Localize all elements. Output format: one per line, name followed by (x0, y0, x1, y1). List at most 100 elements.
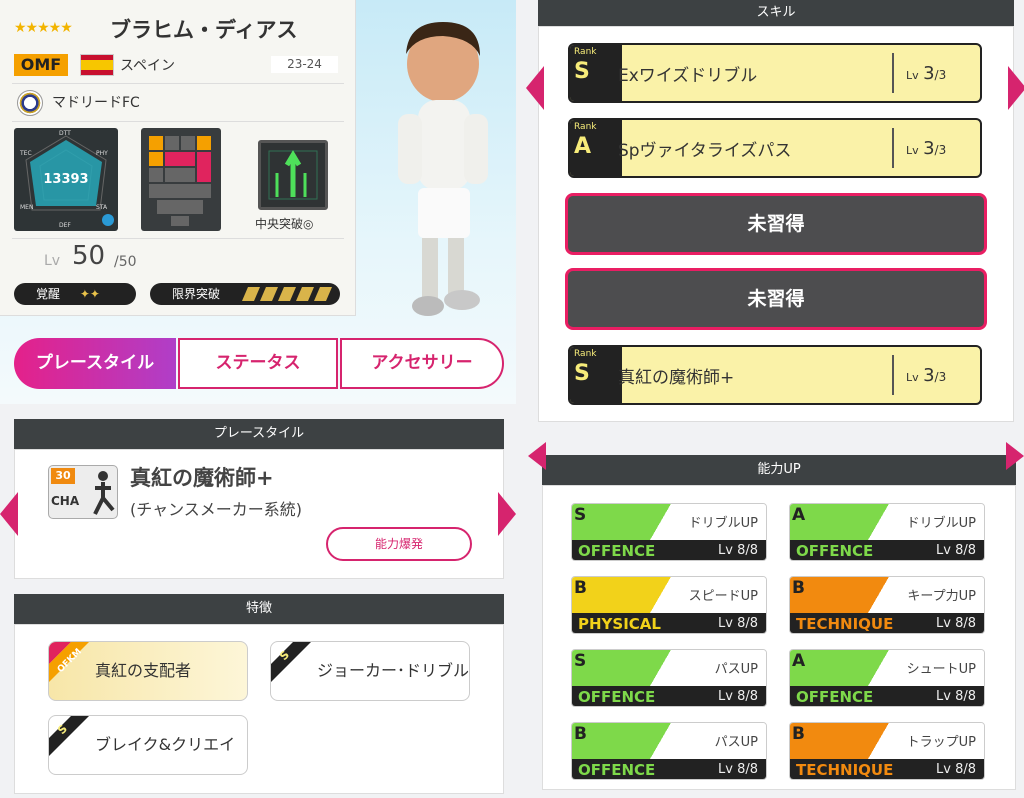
level-max: /50 (114, 254, 137, 270)
ability-grade: A (792, 505, 806, 525)
skill-level: Lv 3/3 (906, 138, 947, 159)
ability-section-header: 能力UP (542, 455, 1016, 485)
ability-level: Lv 8/8 (718, 762, 758, 777)
ability-card[interactable]: S ドリブルUP OFFENCE Lv 8/8 (571, 503, 767, 561)
divider (892, 53, 894, 93)
ability-name: スピードUP (688, 589, 758, 604)
kicker-icon (93, 471, 115, 515)
ability-burst-button[interactable]: 能力爆発 (326, 527, 472, 561)
ability-level: Lv 8/8 (718, 543, 758, 558)
skill-slot-locked[interactable]: 未習得 (565, 268, 987, 330)
ability-name: パスUP (714, 735, 758, 750)
ability-bar: OFFENCE Lv 8/8 (572, 686, 766, 706)
awaken-star-icon: ✦✦ (79, 287, 100, 301)
ability-grade: B (792, 724, 805, 744)
total-power-value: 13393 (43, 172, 89, 187)
ability-category: PHYSICAL (578, 615, 661, 633)
skill-name: 真紅の魔術師+ (618, 368, 735, 388)
rank-s-icon (49, 716, 89, 756)
rank-label: Rank (574, 47, 597, 57)
season-label: 23-24 (271, 56, 338, 73)
ability-name: シュートUP (906, 662, 976, 677)
skill-card[interactable]: Rank A Spヴァイタライズパス Lv 3/3 (568, 118, 982, 178)
spain-flag-icon (80, 54, 114, 76)
prev-arrow-icon[interactable] (0, 492, 18, 536)
ability-category: OFFENCE (796, 688, 874, 706)
tactic-label: 中央突破◎ (255, 217, 314, 231)
limit-break-pill: 限界突破 (150, 283, 340, 305)
rank-badge: Rank A (570, 120, 622, 176)
playstyle-subtitle: (チャンスメーカー系統) (130, 500, 303, 519)
ability-card[interactable]: B トラップUP TECHNIQUE Lv 8/8 (789, 722, 985, 780)
position-badge: OMF (14, 54, 68, 76)
ability-name: ドリブルUP (906, 516, 976, 531)
skill-card[interactable]: Rank S 真紅の魔術師+ Lv 3/3 (568, 345, 982, 405)
formation-position-map (141, 128, 221, 231)
player-card: ★★★★★ ブラヒム・ディアス OMF スペイン 23-24 マドリードFC D… (0, 0, 356, 316)
trait-card[interactable]: OFKM 真紅の支配者 (48, 641, 248, 701)
skill-level: Lv 3/3 (906, 365, 947, 386)
ability-category: TECHNIQUE (796, 761, 894, 779)
rank-badge: Rank S (570, 347, 622, 403)
skill-slot-locked[interactable]: 未習得 (565, 193, 987, 255)
country-label: スペイン (120, 58, 176, 74)
ability-grade: A (792, 651, 806, 671)
tab-playstyle[interactable]: プレースタイル (14, 338, 176, 389)
next-arrow-icon[interactable] (1008, 66, 1024, 110)
ability-bar: OFFENCE Lv 8/8 (572, 759, 766, 779)
skill-name: Spヴァイタライズパス (618, 141, 792, 161)
trait-card[interactable]: S ブレイク&クリエイト (48, 715, 248, 775)
ability-card[interactable]: S パスUP OFFENCE Lv 8/8 (571, 649, 767, 707)
ability-name: ドリブルUP (688, 516, 758, 531)
ability-name: キープ力UP (907, 589, 976, 604)
divider (12, 238, 344, 239)
ability-grade: B (792, 578, 805, 598)
playstyle-number: 30 (51, 468, 75, 484)
limit-break-label: 限界突破 (172, 287, 221, 301)
club-name: マドリードFC (52, 95, 140, 111)
stats-radar-button[interactable]: DTT TEC PHY MEN STA DEF 13393 (14, 128, 118, 231)
limit-break-gauge-icon (242, 287, 332, 301)
ability-card[interactable]: A ドリブルUP OFFENCE Lv 8/8 (789, 503, 985, 561)
tactic-central-break-icon (258, 140, 328, 210)
radar-label-tr: PHY (96, 150, 108, 157)
rank-badge: Rank S (570, 45, 622, 101)
ability-level: Lv 8/8 (936, 543, 976, 558)
playstyle-icon: 30 CHA (48, 465, 118, 519)
radar-label-bl: MEN (20, 204, 34, 211)
next-arrow-icon[interactable] (1006, 442, 1024, 470)
rank-letter: S (574, 361, 590, 386)
awaken-label: 覚醒 (36, 287, 61, 301)
trait-card[interactable]: S ジョーカー･ドリブル超 (270, 641, 470, 701)
playstyle-section-header: プレースタイル (14, 419, 504, 449)
divider (12, 121, 344, 122)
skill-name: Exワイズドリブル (618, 66, 758, 86)
traits-section-header: 特徴 (14, 594, 504, 624)
prev-arrow-icon[interactable] (526, 66, 544, 110)
ability-bar: OFFENCE Lv 8/8 (790, 540, 984, 560)
ability-card[interactable]: A シュートUP OFFENCE Lv 8/8 (789, 649, 985, 707)
ability-card[interactable]: B パスUP OFFENCE Lv 8/8 (571, 722, 767, 780)
divider (12, 83, 344, 84)
ability-bar: PHYSICAL Lv 8/8 (572, 613, 766, 633)
playstyle-type: CHA (51, 494, 80, 508)
level-label: Lv (44, 253, 61, 269)
tab-accessory[interactable]: アクセサリー (340, 338, 504, 389)
ability-card[interactable]: B キープ力UP TECHNIQUE Lv 8/8 (789, 576, 985, 634)
prev-arrow-icon[interactable] (528, 442, 546, 470)
ability-category: TECHNIQUE (796, 615, 894, 633)
rank-letter: S (574, 59, 590, 84)
ability-category: OFFENCE (578, 542, 656, 560)
ability-grade: B (574, 578, 587, 598)
ability-category: OFFENCE (578, 761, 656, 779)
trait-label: 真紅の支配者 (95, 661, 192, 680)
ability-level: Lv 8/8 (936, 616, 976, 631)
next-arrow-icon[interactable] (498, 492, 516, 536)
skill-card[interactable]: Rank S Exワイズドリブル Lv 3/3 (568, 43, 982, 103)
trait-label: ジョーカー･ドリブル超 (317, 661, 470, 680)
trait-label: ブレイク&クリエイト (95, 735, 236, 754)
tab-status[interactable]: ステータス (178, 338, 338, 389)
ability-grade: S (574, 505, 587, 525)
radar-label-top: DTT (59, 130, 71, 137)
ability-card[interactable]: B スピードUP PHYSICAL Lv 8/8 (571, 576, 767, 634)
